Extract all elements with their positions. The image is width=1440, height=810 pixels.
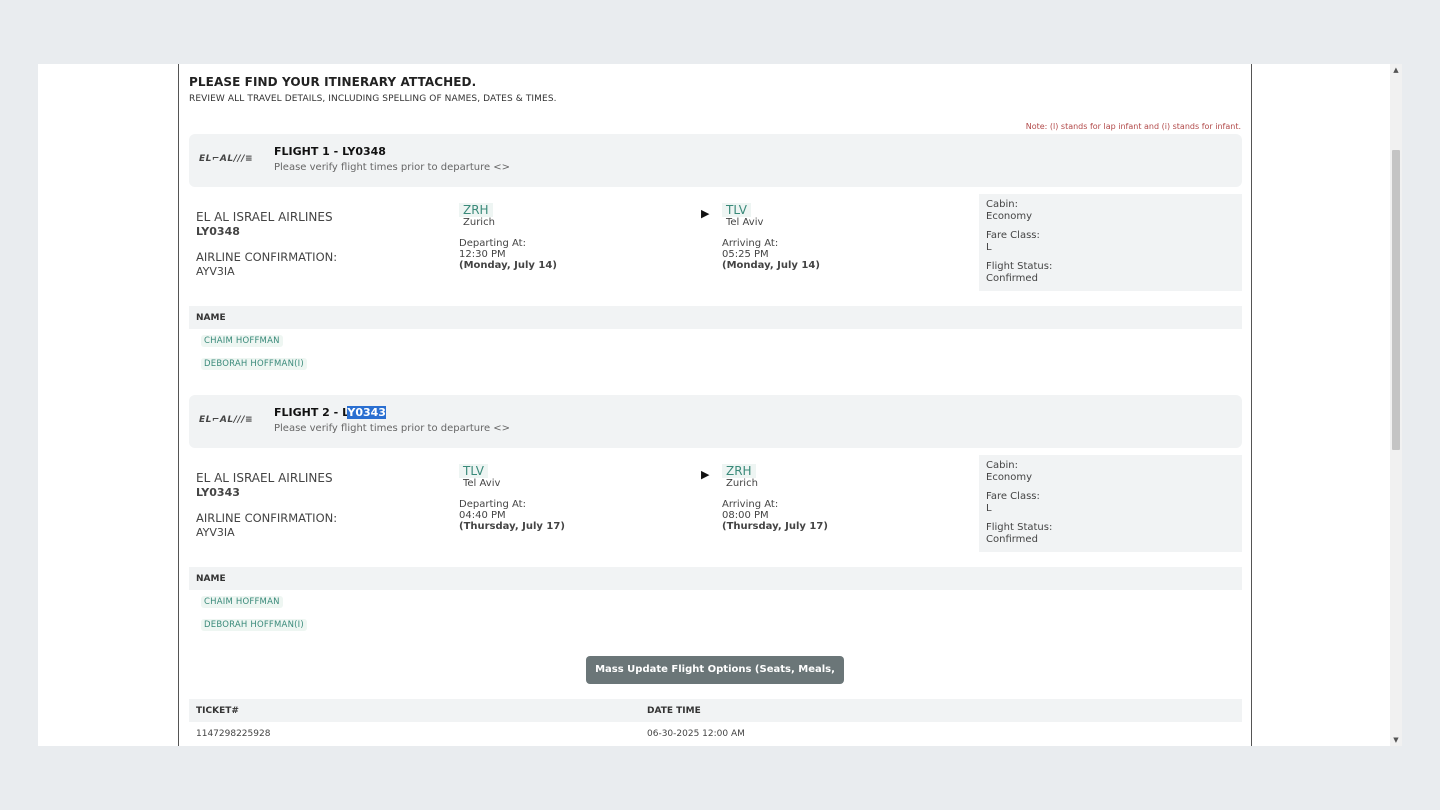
status-label: Flight Status: — [986, 522, 1053, 533]
flight-2-verify-text: Please verify flight times prior to depa… — [274, 423, 511, 434]
scroll-down-icon[interactable]: ▼ — [1390, 734, 1402, 746]
flight-1-conf-label: AIRLINE CONFIRMATION: — [196, 250, 338, 264]
vertical-scrollbar[interactable]: ▲ ▼ — [1390, 64, 1402, 746]
fare-value: L — [986, 503, 992, 514]
flight-1-arr-time: 05:25 PM — [722, 249, 769, 260]
passenger-chip[interactable]: DEBORAH HOFFMAN(I) — [201, 619, 307, 631]
flight-2-arr-date: (Thursday, July 17) — [722, 521, 828, 532]
status-value: Confirmed — [986, 273, 1038, 284]
flight-1-verify-text: Please verify flight times prior to depa… — [274, 162, 511, 173]
fare-label: Fare Class: — [986, 491, 1040, 502]
flight-2-arr-time: 08:00 PM — [722, 510, 769, 521]
flight-1-departure: ZRH Zurich Departing At: 12:30 PM (Monda… — [459, 203, 557, 271]
flight-2-dep-label: Departing At: — [459, 499, 526, 510]
ticket-col-header: TICKET# — [196, 706, 239, 716]
flight-1-airline-block: EL AL ISRAEL AIRLINES LY0348 AIRLINE CON… — [196, 210, 337, 278]
flight-1-airline-name: EL AL ISRAEL AIRLINES — [196, 210, 333, 224]
flight-2-title-prefix: FLIGHT 2 - L — [274, 406, 348, 419]
flight-2-arrival: ZRH Zurich Arriving At: 08:00 PM (Thursd… — [722, 464, 828, 532]
flight-1-header: EL⌐AL∕∕∕≡ FLIGHT 1 - LY0348 Please verif… — [189, 134, 1242, 187]
flight-1-arr-label: Arriving At: — [722, 238, 779, 249]
flight-1-arr-date: (Monday, July 14) — [722, 260, 820, 271]
cabin-label: Cabin: — [986, 199, 1018, 210]
flight-2-dep-city: Tel Aviv — [463, 478, 501, 489]
flight-2-title: FLIGHT 2 - LY0343 — [274, 406, 386, 419]
play-arrow-icon: ▶ — [701, 207, 710, 220]
itinerary-document: PLEASE FIND YOUR ITINERARY ATTACHED. REV… — [178, 64, 1252, 746]
flight-1-dep-label: Departing At: — [459, 238, 526, 249]
flight-1-arr-iata: TLV — [722, 203, 751, 217]
flight-1-arrival: TLV Tel Aviv Arriving At: 05:25 PM (Mond… — [722, 203, 820, 271]
flight-2-arr-label: Arriving At: — [722, 499, 779, 510]
fare-value: L — [986, 242, 992, 253]
fare-label: Fare Class: — [986, 230, 1040, 241]
flight-1-dep-city: Zurich — [463, 217, 495, 228]
flight-2-arr-city: Zurich — [726, 478, 758, 489]
flight-2-info-box: Cabin: Economy Fare Class: L Flight Status… — [979, 455, 1242, 552]
flight-1-title: FLIGHT 1 - LY0348 — [274, 145, 386, 158]
browser-viewport: PLEASE FIND YOUR ITINERARY ATTACHED. REV… — [38, 64, 1402, 746]
mass-update-button[interactable]: Mass Update Flight Options (Seats, Meals… — [586, 656, 844, 703]
scrollbar-thumb[interactable] — [1392, 150, 1400, 450]
flight-2-title-selection: Y0343 — [347, 406, 386, 419]
flight-1-arr-city: Tel Aviv — [726, 217, 764, 228]
flight-1-dep-date: (Monday, July 14) — [459, 260, 557, 271]
el-al-logo-icon: EL⌐AL∕∕∕≡ — [199, 415, 254, 425]
datetime-col-header: DATE TIME — [647, 706, 701, 716]
cabin-value: Economy — [986, 472, 1033, 483]
flight-2-arr-iata: ZRH — [722, 464, 756, 478]
flight-1-code: LY0348 — [196, 225, 240, 238]
flight-1-info-box: Cabin: Economy Fare Class: L Flight Status… — [979, 194, 1242, 291]
flight-2-conf: AYV3IA — [196, 526, 235, 539]
flight-1-dep-time: 12:30 PM — [459, 249, 506, 260]
cabin-label: Cabin: — [986, 460, 1018, 471]
flight-1-conf: AYV3IA — [196, 265, 235, 278]
flight-2-code: LY0343 — [196, 486, 240, 499]
page-subtitle: REVIEW ALL TRAVEL DETAILS, INCLUDING SPE… — [189, 94, 557, 104]
flight-2-departure: TLV Tel Aviv Departing At: 04:40 PM (Thu… — [459, 464, 565, 532]
flight-2-airline-block: EL AL ISRAEL AIRLINES LY0343 AIRLINE CON… — [196, 471, 337, 539]
flight-1-name-header: NAME — [189, 306, 1242, 329]
ticket-number: 1147298225928 — [196, 729, 271, 739]
infant-note: Note: (l) stands for lap infant and (i) … — [1025, 122, 1241, 131]
passenger-chip[interactable]: CHAIM HOFFMAN — [201, 596, 283, 608]
passenger-chip[interactable]: CHAIM HOFFMAN — [201, 335, 283, 347]
status-value: Confirmed — [986, 534, 1038, 545]
status-label: Flight Status: — [986, 261, 1053, 272]
ticket-datetime: 06-30-2025 12:00 AM — [647, 729, 745, 739]
flight-2-name-header: NAME — [189, 567, 1242, 590]
passenger-chip[interactable]: DEBORAH HOFFMAN(I) — [201, 358, 307, 370]
flight-1-dep-iata: ZRH — [459, 203, 493, 217]
scroll-up-icon[interactable]: ▲ — [1390, 64, 1402, 76]
el-al-logo-icon: EL⌐AL∕∕∕≡ — [199, 154, 254, 164]
flight-2-airline-name: EL AL ISRAEL AIRLINES — [196, 471, 333, 485]
play-arrow-icon: ▶ — [701, 468, 710, 481]
page-title: PLEASE FIND YOUR ITINERARY ATTACHED. — [189, 75, 477, 89]
flight-2-conf-label: AIRLINE CONFIRMATION: — [196, 511, 338, 525]
ticket-table-header: TICKET# DATE TIME — [189, 699, 1242, 722]
table-row: 1147298225928 06-30-2025 12:00 AM — [189, 727, 1242, 743]
flight-2-header: EL⌐AL∕∕∕≡ FLIGHT 2 - LY0343 Please verif… — [189, 395, 1242, 448]
flight-2-dep-time: 04:40 PM — [459, 510, 506, 521]
cabin-value: Economy — [986, 211, 1033, 222]
flight-2-dep-iata: TLV — [459, 464, 488, 478]
flight-2-dep-date: (Thursday, July 17) — [459, 521, 565, 532]
